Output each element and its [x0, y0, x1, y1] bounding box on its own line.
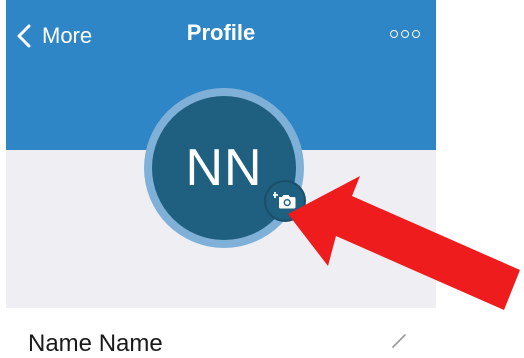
page-title: Profile [186, 20, 256, 45]
more-options-button[interactable] [390, 30, 420, 38]
pencil-icon[interactable] [390, 330, 410, 350]
screenshot-stage: More Profile NN Name Name [0, 0, 524, 358]
avatar-initials: NN [185, 139, 263, 197]
change-photo-button[interactable] [264, 180, 306, 222]
profile-screen: More Profile NN Name Name [6, 0, 436, 358]
more-dot-icon [401, 30, 409, 38]
camera-add-icon [273, 192, 296, 209]
name-row: Name Name [6, 308, 436, 358]
profile-name: Name Name [28, 330, 163, 357]
more-dot-icon [412, 30, 420, 38]
more-dot-icon [390, 30, 398, 38]
